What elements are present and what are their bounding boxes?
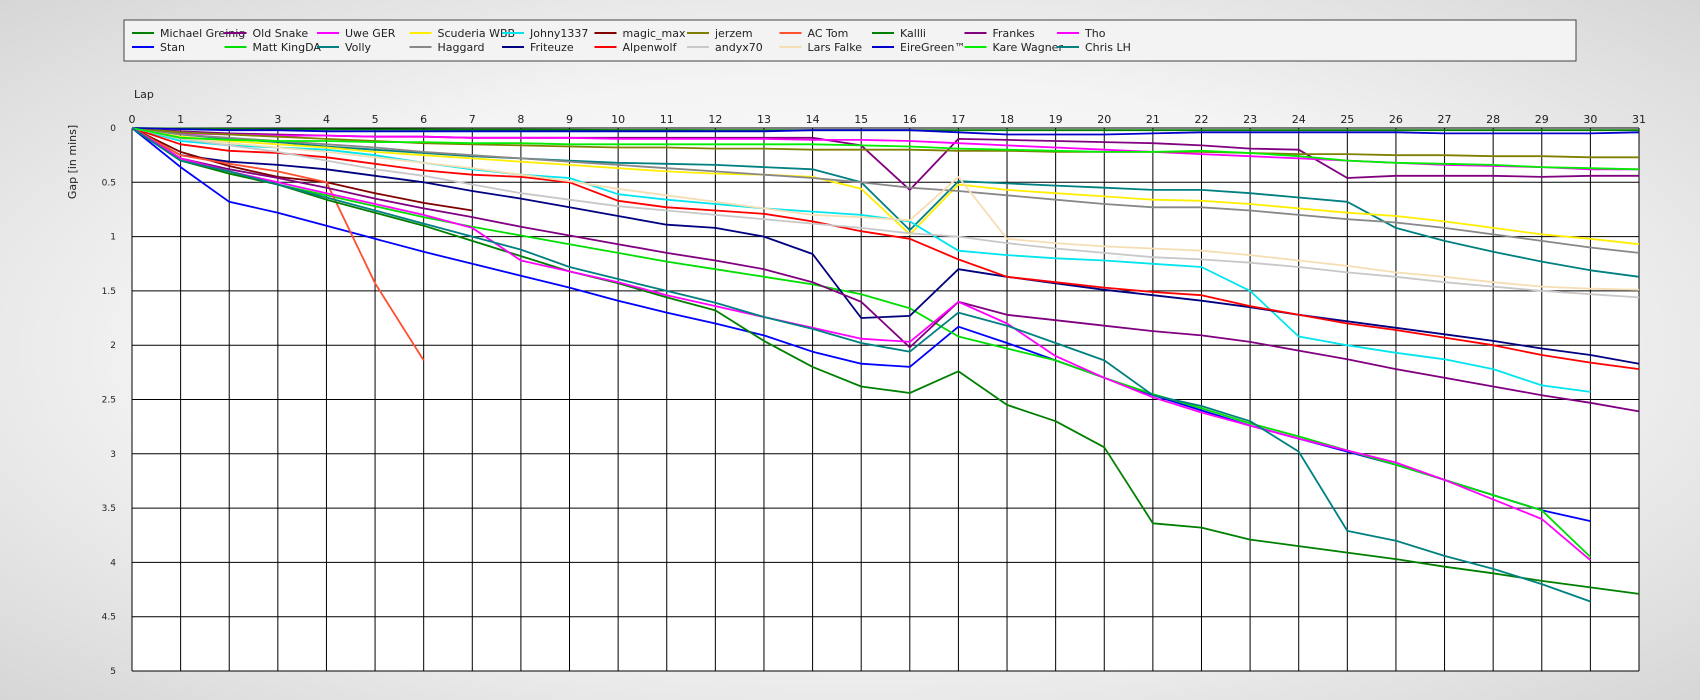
x-tick-label: 15: [854, 113, 868, 126]
legend-label: AC Tom: [808, 27, 849, 40]
legend-label: Friteuze: [530, 41, 574, 54]
legend-label: Matt KingDA: [253, 41, 322, 54]
x-tick-label: 3: [274, 113, 281, 126]
x-tick-label: 29: [1535, 113, 1549, 126]
x-tick-label: 28: [1486, 113, 1500, 126]
y-tick-label: 2: [110, 341, 116, 351]
y-tick-label: 0: [110, 124, 116, 134]
legend-label: Chris LH: [1085, 41, 1131, 54]
x-tick-label: 6: [420, 113, 427, 126]
x-tick-label: 1: [177, 113, 184, 126]
legend-label: Johny1337: [529, 27, 588, 40]
x-tick-label: 8: [517, 113, 524, 126]
x-axis-label: Lap: [134, 88, 154, 101]
x-tick-label: 4: [323, 113, 330, 126]
x-tick-label: 11: [660, 113, 674, 126]
x-tick-label: 22: [1194, 113, 1208, 126]
legend-label: Kare Wagner: [993, 41, 1064, 54]
chart: Michael GreinigStanOld SnakeMatt KingDAU…: [66, 19, 1646, 677]
x-tick-label: 18: [1000, 113, 1014, 126]
legend-label: Lars Falke: [808, 41, 863, 54]
legend-label: magic_max: [623, 27, 686, 40]
x-tick-label: 20: [1097, 113, 1111, 126]
legend-label: Old Snake: [253, 27, 309, 40]
legend-label: Frankes: [993, 27, 1036, 40]
legend-label: Kallli: [900, 27, 926, 40]
x-tick-label: 25: [1340, 113, 1354, 126]
y-tick-label: 1.5: [102, 287, 116, 297]
legend-label: Tho: [1084, 27, 1106, 40]
y-tick-label: 2.5: [102, 396, 116, 406]
x-tick-label: 10: [611, 113, 625, 126]
x-tick-label: 2: [226, 113, 233, 126]
x-tick-label: 16: [903, 113, 917, 126]
x-tick-label: 7: [469, 113, 476, 126]
x-tick-label: 17: [951, 113, 965, 126]
legend-label: Alpenwolf: [623, 41, 678, 54]
x-tick-label: 5: [372, 113, 379, 126]
x-tick-label: 14: [806, 113, 820, 126]
legend-label: jerzem: [714, 27, 753, 40]
legend-label: andyx70: [715, 41, 763, 54]
y-axis-label: Gap [in mins]: [66, 125, 79, 199]
x-tick-label: 13: [757, 113, 771, 126]
y-tick-label: 5: [110, 667, 116, 677]
x-tick-label: 0: [129, 113, 136, 126]
x-tick-label: 27: [1438, 113, 1452, 126]
x-tick-label: 21: [1146, 113, 1160, 126]
x-tick-label: 30: [1583, 113, 1597, 126]
y-tick-label: 0.5: [102, 178, 116, 188]
x-tick-label: 9: [566, 113, 573, 126]
legend-label: Haggard: [438, 41, 485, 54]
x-tick-label: 23: [1243, 113, 1257, 126]
y-tick-label: 4: [110, 558, 116, 568]
y-tick-label: 3.5: [102, 504, 116, 514]
legend-label: EireGreen™: [900, 41, 965, 54]
y-tick-label: 3: [110, 450, 116, 460]
x-tick-label: 12: [708, 113, 722, 126]
y-tick-label: 4.5: [102, 613, 116, 623]
x-tick-label: 31: [1632, 113, 1646, 126]
legend-label: Stan: [160, 41, 185, 54]
legend-label: Uwe GER: [345, 27, 396, 40]
x-tick-label: 26: [1389, 113, 1403, 126]
y-tick-label: 1: [110, 233, 116, 243]
legend-label: Volly: [345, 41, 372, 54]
x-tick-label: 24: [1292, 113, 1306, 126]
x-tick-label: 19: [1049, 113, 1063, 126]
